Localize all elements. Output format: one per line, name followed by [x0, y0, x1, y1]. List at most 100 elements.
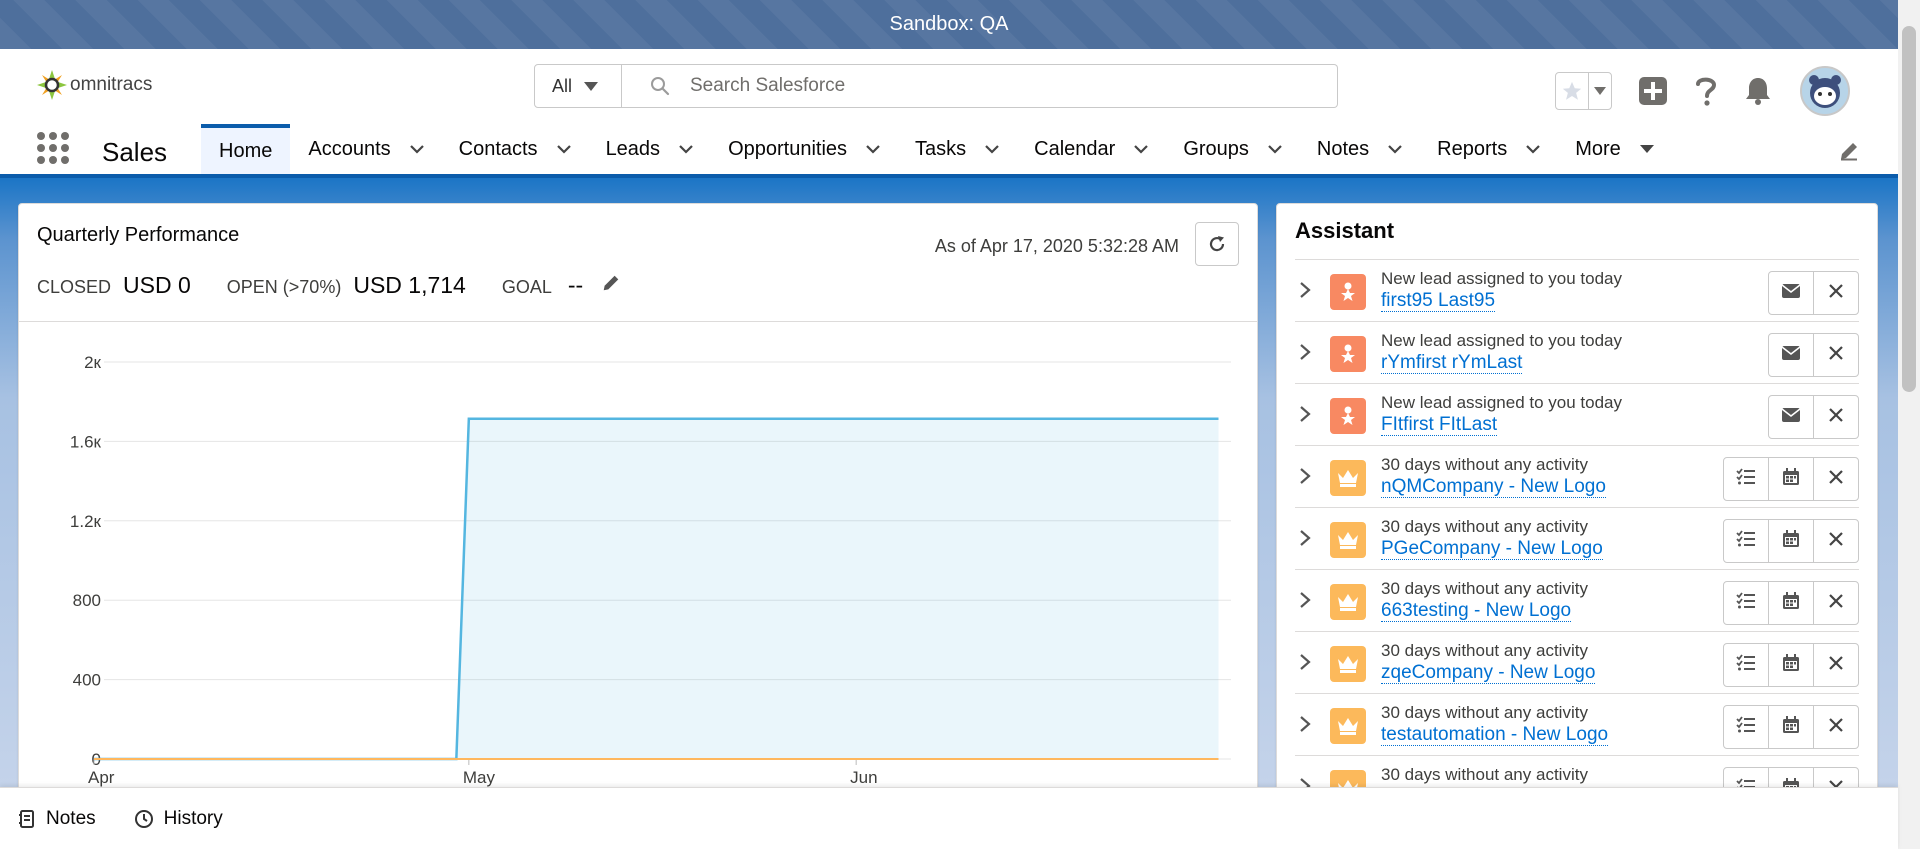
dismiss-button[interactable] — [1813, 581, 1859, 625]
search-scope-select[interactable]: All — [534, 64, 622, 108]
add-icon — [1639, 77, 1667, 105]
chevron-down-icon[interactable] — [1525, 144, 1541, 154]
dismiss-button[interactable] — [1813, 271, 1859, 315]
tab-calendar[interactable]: Calendar — [1016, 124, 1165, 174]
tab-more[interactable]: More — [1557, 124, 1671, 174]
assistant-item-link[interactable]: rYmfirst rYmLast — [1381, 352, 1523, 374]
utility-notes[interactable]: Notes — [18, 808, 96, 830]
tab-accounts[interactable]: Accounts — [290, 124, 440, 174]
global-header: omnitracs All — [0, 49, 1898, 124]
performance-chart-svg: 04008001.2к1.6к2кApr May Jun — [70, 353, 1231, 787]
notifications-button[interactable] — [1744, 76, 1772, 106]
chevron-down-icon[interactable] — [1267, 144, 1283, 154]
assistant-item-actions — [1723, 519, 1859, 563]
tab-home[interactable]: Home — [201, 124, 291, 174]
chevron-right-icon[interactable] — [1299, 343, 1311, 366]
caret-down-icon — [1594, 87, 1606, 95]
tab-contacts[interactable]: Contacts — [441, 124, 588, 174]
new-event-button[interactable] — [1768, 581, 1814, 625]
assistant-item-link[interactable]: 663testing - New Logo — [1381, 600, 1572, 622]
new-event-button[interactable] — [1768, 643, 1814, 687]
dismiss-button[interactable] — [1813, 705, 1859, 749]
global-search: All — [534, 64, 1338, 110]
new-task-button[interactable] — [1723, 705, 1769, 749]
edit-goal-button[interactable] — [601, 273, 621, 298]
new-task-button[interactable] — [1723, 457, 1769, 501]
assistant-item: New lead assigned to you today rYmfirst r… — [1295, 322, 1859, 384]
assistant-item-link[interactable]: nQMCompany - New Logo — [1381, 476, 1606, 498]
tab-label: Groups — [1183, 137, 1249, 160]
send-email-button[interactable] — [1768, 395, 1814, 439]
assistant-item-link[interactable]: testautomation - New Logo — [1381, 724, 1609, 746]
assistant-item-link[interactable]: PGeCompany - New Logo — [1381, 538, 1603, 560]
favorites-list-button[interactable] — [1589, 73, 1611, 109]
tab-groups[interactable]: Groups — [1165, 124, 1299, 174]
scrollbar-thumb[interactable] — [1902, 26, 1916, 392]
x-tick-label: May — [463, 768, 496, 787]
chevron-right-icon[interactable] — [1299, 405, 1311, 428]
y-tick-label: 1.2к — [70, 512, 102, 531]
dismiss-button[interactable] — [1813, 643, 1859, 687]
chevron-right-icon[interactable] — [1299, 281, 1311, 304]
new-task-button[interactable] — [1723, 643, 1769, 687]
assistant-item-link[interactable]: FItfirst FItLast — [1381, 414, 1498, 436]
edit-nav-button[interactable] — [1838, 140, 1860, 167]
new-task-button[interactable] — [1723, 581, 1769, 625]
chevron-right-icon[interactable] — [1299, 715, 1311, 738]
refresh-button[interactable] — [1195, 222, 1239, 266]
chevron-down-icon[interactable] — [1133, 144, 1149, 154]
opportunity-icon — [1330, 522, 1366, 558]
chevron-right-icon[interactable] — [1299, 529, 1311, 552]
assistant-item-actions — [1768, 395, 1859, 439]
chevron-right-icon[interactable] — [1299, 591, 1311, 614]
global-actions-button[interactable] — [1638, 76, 1668, 106]
app-launcher[interactable] — [36, 131, 70, 170]
tab-opportunities[interactable]: Opportunities — [710, 124, 897, 174]
chevron-down-icon[interactable] — [678, 144, 694, 154]
assistant-item: 30 days without any activity testautomati… — [1295, 694, 1859, 756]
tab-leads[interactable]: Leads — [588, 124, 711, 174]
new-event-button[interactable] — [1768, 705, 1814, 749]
user-avatar[interactable] — [1800, 66, 1850, 116]
tab-label: Contacts — [458, 137, 538, 160]
assistant-item-link[interactable]: first95 Last95 — [1381, 290, 1496, 312]
tab-tasks[interactable]: Tasks — [897, 124, 1016, 174]
utility-notes-label: Notes — [46, 808, 96, 829]
task-list-icon — [1736, 529, 1756, 553]
dismiss-button[interactable] — [1813, 457, 1859, 501]
tab-label: More — [1575, 137, 1621, 160]
new-event-button[interactable] — [1768, 457, 1814, 501]
new-task-button[interactable] — [1723, 519, 1769, 563]
send-email-button[interactable] — [1768, 333, 1814, 377]
chevron-down-icon[interactable] — [1387, 144, 1403, 154]
chevron-down-icon[interactable] — [556, 144, 572, 154]
dismiss-button[interactable] — [1813, 333, 1859, 377]
chevron-right-icon[interactable] — [1299, 467, 1311, 490]
performance-chart: 0 400 800 1.2к 1.6к 2к Apr May Jun — [19, 322, 1257, 804]
chevron-down-icon[interactable] — [865, 144, 881, 154]
dismiss-button[interactable] — [1813, 519, 1859, 563]
page-scrollbar[interactable] — [1898, 0, 1920, 849]
help-button[interactable] — [1694, 75, 1718, 107]
assistant-item-actions — [1723, 643, 1859, 687]
assistant-item-subtitle: 30 days without any activity — [1381, 765, 1588, 784]
chevron-down-icon[interactable] — [984, 144, 1000, 154]
new-event-button[interactable] — [1768, 519, 1814, 563]
chevron-right-icon[interactable] — [1299, 653, 1311, 676]
assistant-item-link[interactable]: zqeCompany - New Logo — [1381, 662, 1596, 684]
assistant-item-actions — [1768, 271, 1859, 315]
pencil-icon — [603, 275, 619, 291]
company-logo[interactable]: omnitracs — [36, 69, 152, 101]
open-label: OPEN (>70%) — [226, 277, 342, 297]
send-email-button[interactable] — [1768, 271, 1814, 315]
series-area — [94, 418, 1219, 759]
utility-history[interactable]: History — [134, 808, 223, 830]
tab-notes[interactable]: Notes — [1299, 124, 1419, 174]
assistant-title: Assistant — [1295, 218, 1395, 243]
dismiss-button[interactable] — [1813, 395, 1859, 439]
tab-reports[interactable]: Reports — [1419, 124, 1557, 174]
favorites-button[interactable] — [1556, 73, 1589, 109]
chevron-down-icon[interactable] — [409, 144, 425, 154]
search-input[interactable] — [688, 74, 1292, 98]
tab-label: Notes — [1316, 137, 1370, 160]
